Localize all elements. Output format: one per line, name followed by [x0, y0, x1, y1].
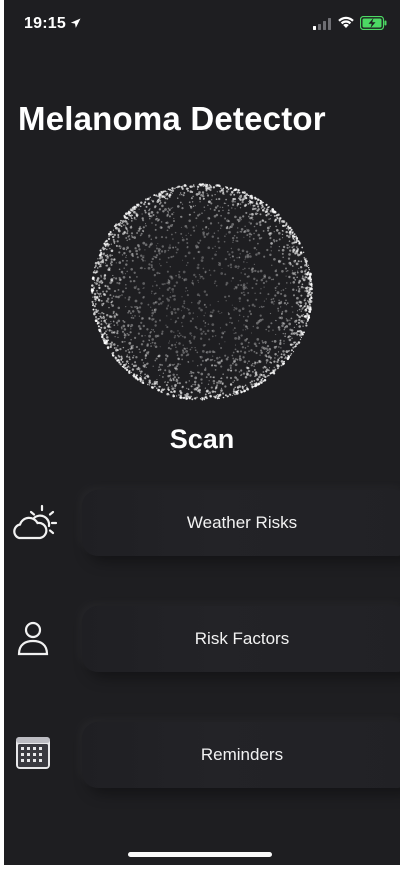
- reminders-label: Reminders: [200, 745, 284, 764]
- risk-factors-label: Risk Factors: [194, 629, 290, 648]
- status-bar: 19:15: [4, 0, 400, 46]
- wifi-icon: [337, 15, 355, 34]
- calendar-icon: [8, 728, 60, 780]
- scan-orb-button[interactable]: [84, 174, 320, 410]
- battery-charging-icon: [359, 15, 388, 35]
- cellular-signal-icon: [313, 17, 331, 35]
- scan-button-label[interactable]: Scan: [4, 424, 400, 455]
- reminders-button[interactable]: Reminders: [82, 722, 400, 788]
- page-title: Melanoma Detector: [18, 100, 326, 137]
- weather-risks-button[interactable]: Weather Risks: [82, 490, 400, 556]
- home-indicator[interactable]: [128, 852, 272, 857]
- status-time: 19:15: [24, 15, 66, 32]
- weather-sun-cloud-icon: [8, 496, 60, 548]
- app-screen: 19:15 Melanoma Detector Scan Weather Ris…: [4, 0, 400, 865]
- weather-risks-label: Weather Risks: [186, 513, 298, 532]
- risk-factors-button[interactable]: Risk Factors: [82, 606, 400, 672]
- location-arrow-icon: [70, 16, 81, 34]
- person-icon: [8, 612, 60, 664]
